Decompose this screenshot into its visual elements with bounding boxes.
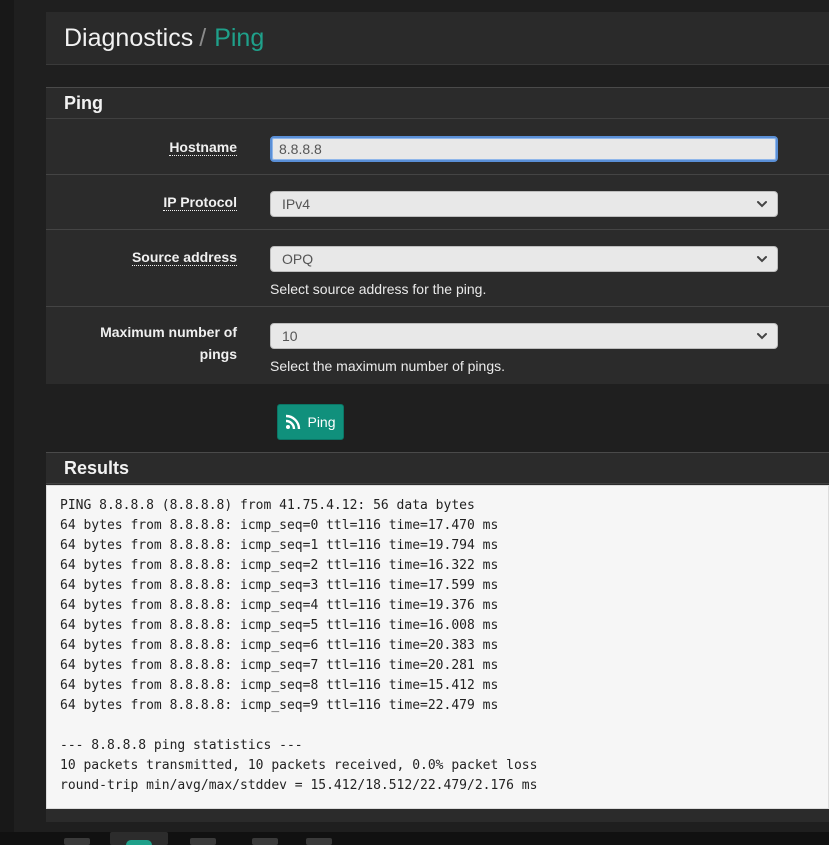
- breadcrumb-section[interactable]: Diagnostics: [64, 24, 193, 53]
- taskbar-app-icon[interactable]: [252, 838, 278, 845]
- hostname-field-row: Hostname 8.8.8.8: [46, 120, 829, 175]
- results-line: 64 bytes from 8.8.8.8: icmp_seq=8 ttl=11…: [60, 678, 499, 693]
- source-address-row: Source address OPQ Select source address…: [46, 230, 829, 307]
- max-pings-value: 10: [282, 328, 298, 344]
- ip-protocol-label: IP Protocol: [163, 194, 237, 211]
- results-line: --- 8.8.8.8 ping statistics ---: [60, 738, 303, 753]
- results-line: 64 bytes from 8.8.8.8: icmp_seq=3 ttl=11…: [60, 578, 499, 593]
- results-line: 64 bytes from 8.8.8.8: icmp_seq=7 ttl=11…: [60, 658, 499, 673]
- max-pings-label-line2: pings: [199, 346, 237, 362]
- breadcrumb-current[interactable]: Ping: [214, 24, 264, 53]
- breadcrumb: Diagnostics / Ping: [46, 12, 829, 65]
- source-address-help: Select source address for the ping.: [270, 281, 487, 297]
- ip-protocol-select[interactable]: IPv4: [270, 191, 778, 217]
- results-output[interactable]: PING 8.8.8.8 (8.8.8.8) from 41.75.4.12: …: [46, 485, 829, 809]
- ping-button[interactable]: Ping: [277, 404, 344, 440]
- taskbar-app-icon[interactable]: [306, 838, 332, 845]
- left-sidebar-edge: [0, 0, 14, 845]
- ip-protocol-row: IP Protocol IPv4: [46, 175, 829, 230]
- results-line: 64 bytes from 8.8.8.8: icmp_seq=6 ttl=11…: [60, 638, 499, 653]
- hostname-label: Hostname: [169, 139, 237, 156]
- taskbar-app-icon[interactable]: [64, 838, 90, 845]
- results-line: 64 bytes from 8.8.8.8: icmp_seq=2 ttl=11…: [60, 558, 499, 573]
- results-line: 64 bytes from 8.8.8.8: icmp_seq=1 ttl=11…: [60, 538, 499, 553]
- source-address-select[interactable]: OPQ: [270, 246, 778, 272]
- chevron-down-icon: [757, 201, 767, 208]
- taskbar-app-icon[interactable]: [190, 838, 216, 845]
- results-line: 10 packets transmitted, 10 packets recei…: [60, 758, 538, 773]
- results-line: 64 bytes from 8.8.8.8: icmp_seq=0 ttl=11…: [60, 518, 499, 533]
- source-address-label: Source address: [131, 249, 237, 266]
- results-line: round-trip min/avg/max/stddev = 15.412/1…: [60, 778, 538, 793]
- results-line: 64 bytes from 8.8.8.8: icmp_seq=9 ttl=11…: [60, 698, 499, 713]
- source-address-value: OPQ: [282, 251, 314, 267]
- rss-icon: [286, 414, 301, 430]
- results-panel: Results PING 8.8.8.8 (8.8.8.8) from 41.7…: [46, 452, 829, 822]
- results-line: 64 bytes from 8.8.8.8: icmp_seq=4 ttl=11…: [60, 598, 499, 613]
- results-title: Results: [46, 452, 829, 484]
- max-pings-row: Maximum number of pings 10 Select the ma…: [46, 307, 829, 384]
- page: Diagnostics / Ping Ping Hostname 8.8.8.8…: [0, 0, 829, 845]
- results-line: PING 8.8.8.8 (8.8.8.8) from 41.75.4.12: …: [60, 498, 475, 513]
- hostname-input[interactable]: 8.8.8.8: [270, 136, 778, 162]
- taskbar-app-icon-active: [126, 840, 152, 845]
- chevron-down-icon: [757, 256, 767, 263]
- max-pings-help: Select the maximum number of pings.: [270, 358, 505, 374]
- results-line: [60, 716, 828, 736]
- ping-button-label: Ping: [307, 414, 336, 430]
- max-pings-label-line1: Maximum number of: [100, 324, 237, 340]
- max-pings-label: Maximum number of pings: [46, 321, 237, 365]
- ping-form: Hostname 8.8.8.8 IP Protocol IPv4 Source…: [46, 120, 829, 384]
- results-line: 64 bytes from 8.8.8.8: icmp_seq=5 ttl=11…: [60, 618, 499, 633]
- breadcrumb-separator: /: [199, 23, 207, 52]
- ip-protocol-value: IPv4: [282, 196, 311, 212]
- chevron-down-icon: [757, 333, 767, 340]
- panel-title: Ping: [46, 87, 829, 119]
- max-pings-select[interactable]: 10: [270, 323, 778, 349]
